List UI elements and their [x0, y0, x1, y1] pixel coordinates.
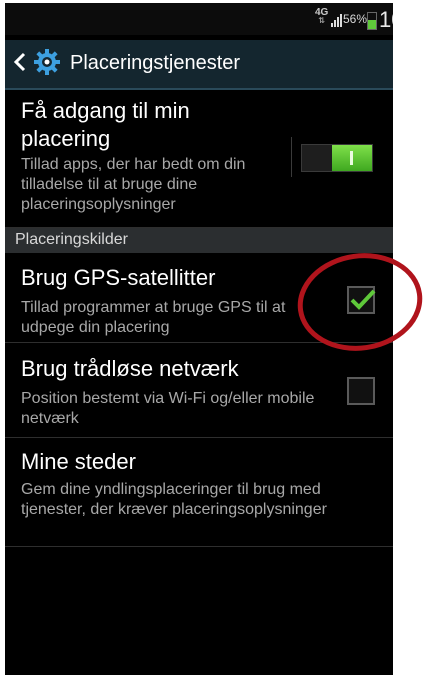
wireless-title: Brug trådløse netværk	[21, 356, 239, 381]
my-places-title: Mine steder	[21, 449, 136, 474]
location-access-title: Få adgang til min placering	[21, 98, 190, 151]
location-access-row[interactable]: Få adgang til min placering Tillad apps,…	[5, 91, 393, 228]
my-places-subtitle: Gem dine yndlingsplaceringer til brug me…	[21, 481, 327, 518]
action-bar: Placeringstjenester	[5, 40, 393, 90]
clock: 10:14	[379, 7, 393, 32]
toggle-knob	[332, 145, 372, 171]
status-bar: 4G ⇅ 56% 10:14	[5, 3, 393, 35]
battery-icon	[367, 12, 377, 30]
data-arrows-icon: ⇅	[318, 16, 326, 25]
wireless-checkbox[interactable]	[347, 377, 375, 405]
divider	[291, 137, 292, 177]
location-toggle[interactable]	[301, 144, 373, 172]
gps-subtitle: Tillad programmer at bruge GPS til at ud…	[21, 299, 286, 336]
chevron-left-icon[interactable]	[9, 50, 33, 74]
gps-title: Brug GPS-satellitter	[21, 265, 216, 290]
section-title: Placeringskilder	[15, 231, 128, 248]
gear-icon	[34, 49, 60, 75]
battery-percent: 56%	[343, 12, 368, 26]
my-places-row[interactable]: Mine steder Gem dine yndlingsplaceringer…	[5, 438, 393, 547]
page-title: Placeringstjenester	[70, 52, 241, 74]
annotation-circle	[297, 253, 423, 351]
network-indicator: 4G ⇅	[315, 8, 328, 25]
location-access-subtitle: Tillad apps, der har bedt om din tillade…	[21, 156, 246, 213]
wireless-subtitle: Position bestemt via Wi-Fi og/eller mobi…	[21, 390, 315, 427]
